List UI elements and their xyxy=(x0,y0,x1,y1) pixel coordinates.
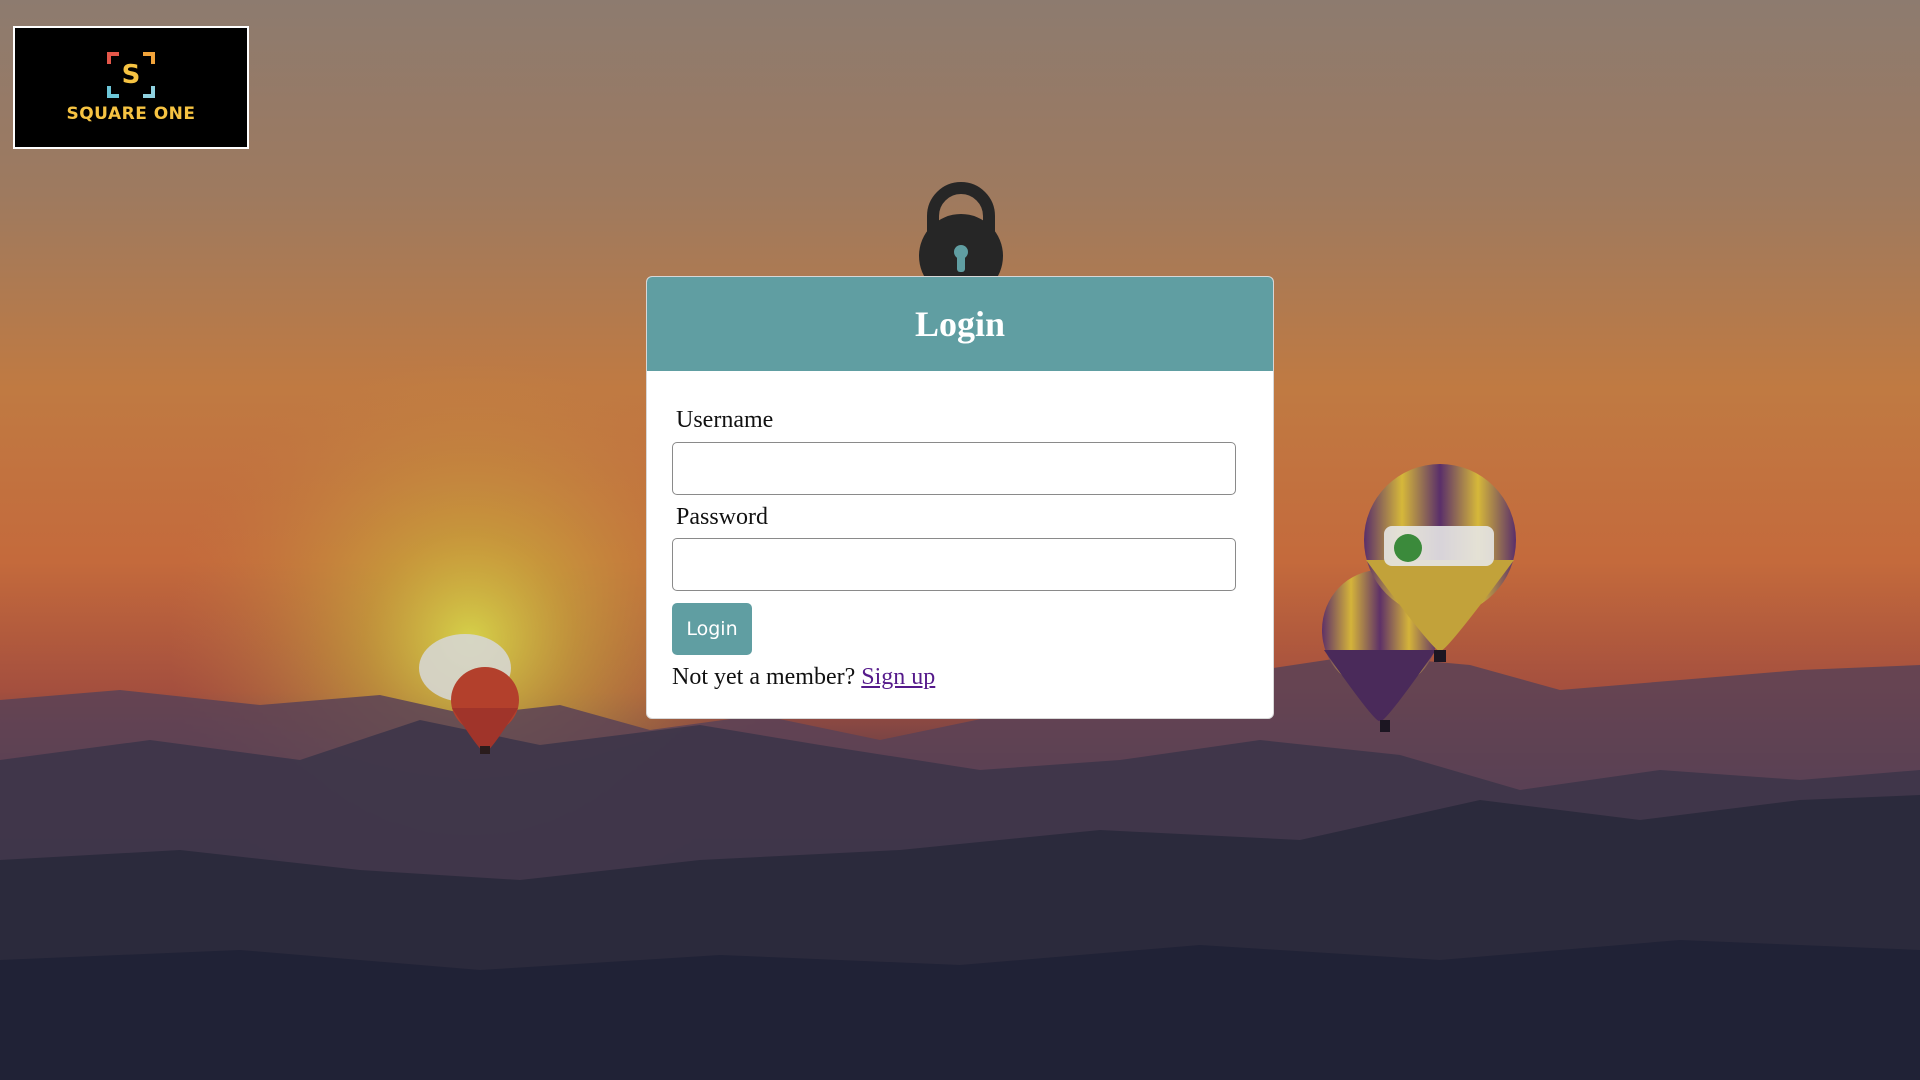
logo-mark-icon: S xyxy=(107,51,155,98)
square-one-logo[interactable]: S SQUARE ONE xyxy=(13,26,249,149)
login-card: Login Username Password Login Not yet a … xyxy=(646,276,1274,719)
signup-link[interactable]: Sign up xyxy=(861,664,935,690)
login-title: Login xyxy=(914,304,1006,344)
signup-prompt-text: Not yet a member? xyxy=(672,664,856,690)
password-input[interactable] xyxy=(672,538,1236,591)
logo-text: SQUARE ONE xyxy=(66,103,196,124)
username-label: Username xyxy=(676,407,774,433)
password-label: Password xyxy=(676,504,769,530)
logo-letter: S xyxy=(121,59,141,90)
login-button[interactable]: Login xyxy=(672,603,752,655)
login-card-header: Login xyxy=(647,277,1273,371)
signup-prompt-line: Not yet a member? Sign up xyxy=(672,664,935,691)
username-input[interactable] xyxy=(672,442,1236,495)
